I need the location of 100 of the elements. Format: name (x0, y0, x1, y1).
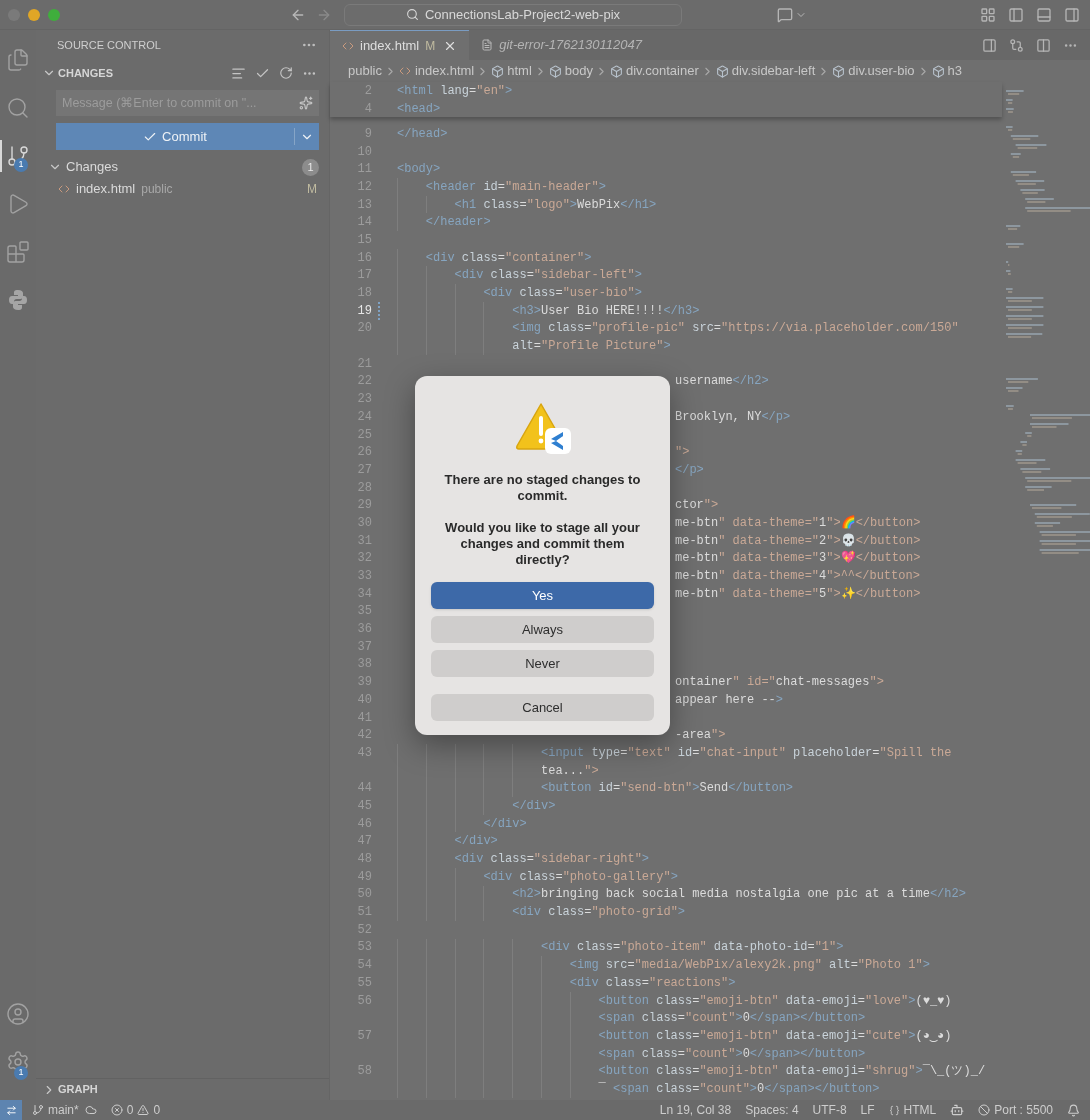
compare-changes-icon[interactable] (1009, 37, 1024, 53)
code-line: username</h2> (675, 373, 769, 391)
zoom-window-icon[interactable] (48, 8, 60, 21)
code-line: <div class="user-bio"> (483, 285, 642, 302)
python-icon[interactable] (6, 288, 30, 312)
status-item[interactable]: Spaces: 4 (745, 1101, 799, 1119)
count-badge: 1 (302, 158, 319, 176)
warning-icon (137, 1104, 150, 1116)
cube-icon (610, 64, 623, 78)
code-line: ¯ <span class="count">0</span></button> (598, 1080, 880, 1098)
code-line: <body> (397, 161, 441, 179)
panel-title: SOURCE CONTROL (57, 37, 161, 53)
sync-icon[interactable] (84, 1104, 97, 1116)
sparkle-icon[interactable] (299, 96, 313, 110)
panel-left-icon[interactable] (1008, 6, 1024, 23)
file-folder: public (141, 181, 173, 198)
tree-group-label[interactable]: Changes (66, 157, 119, 177)
code-line: "> (675, 444, 690, 462)
search-icon (405, 8, 419, 21)
active-indicator (0, 140, 2, 172)
open-preview-icon[interactable] (982, 37, 997, 53)
panel-bottom-icon[interactable] (1036, 6, 1052, 23)
error-icon (110, 1104, 123, 1116)
code-line: Brooklyn, NY</p> (675, 408, 791, 426)
branch-status[interactable]: main* (32, 1101, 79, 1119)
search-icon[interactable] (6, 96, 30, 120)
code-line: <img src="media/WebPix/alexy2k.png" alt="Photo 1"> (569, 957, 930, 975)
section-header[interactable]: CHANGES (58, 64, 113, 82)
code-line: <img class="profile-pic" src="https://via.placeholder.com/150" (512, 320, 959, 338)
branch-icon (32, 1104, 44, 1116)
breadcrumb[interactable]: public (348, 61, 382, 81)
code-line: appear here --> (675, 691, 784, 709)
code-line: me-btn" data-theme="5">✨</button> (675, 585, 921, 603)
extensions-icon[interactable] (6, 240, 30, 264)
status-item[interactable]: LF (860, 1101, 875, 1119)
dialog-message: Would you like to stage all your changes and commit them directly? (444, 520, 641, 568)
code-line: <header id="main-header"> (425, 178, 606, 196)
source-control-icon[interactable] (6, 144, 30, 168)
notification-badge: 1 (14, 158, 28, 172)
remote-button[interactable] (0, 1100, 22, 1120)
account-icon[interactable] (6, 1002, 30, 1026)
code-line: <div class="photo-grid"> (512, 904, 686, 922)
dialog-button[interactable]: Cancel (431, 694, 654, 721)
search-field[interactable]: ConnectionsLab-Project2-web-pix (344, 3, 682, 26)
code-line: </p> (675, 461, 704, 479)
code-line: <button id="send-btn">Send</button> (541, 780, 794, 798)
remote-icon (5, 1104, 17, 1116)
dialog-title: There are no staged changes to commit. (443, 472, 642, 504)
dialog-button[interactable]: Yes (431, 582, 654, 609)
code-line: </head> (397, 125, 448, 143)
code-line: <span class="count">0</span></button> (598, 1010, 866, 1028)
code-line: <div class="reactions"> (569, 974, 736, 992)
notification-badge: 1 (14, 1066, 28, 1080)
code-line: ontainer" id="chat-messages"> (675, 674, 884, 692)
code-line: <div class="container"> (425, 249, 592, 267)
breadcrumb[interactable]: h3 (947, 61, 962, 81)
status-item[interactable]: UTF-8 (812, 1101, 847, 1119)
code-line: </header> (425, 214, 491, 232)
code-line: me-btn" data-theme="1">🌈</button> (675, 514, 921, 532)
cube-icon (931, 64, 945, 78)
code-line: <h3>User Bio HERE!!!!</h3> (512, 302, 700, 320)
changed-file-row[interactable]: index.html public M (36, 178, 329, 200)
split-editor-icon[interactable] (1036, 37, 1051, 53)
layout-grid-icon[interactable] (980, 6, 996, 23)
view-as-list-icon[interactable] (231, 65, 246, 81)
file-name: index.html (76, 180, 136, 199)
cube-icon (491, 64, 505, 78)
cube-icon (832, 64, 846, 78)
code-line: <span class="count">0</span></button> (598, 1045, 866, 1063)
refresh-icon[interactable] (279, 66, 293, 80)
editor-tab[interactable]: git-error-1762130112047 (469, 30, 654, 60)
problems-status[interactable]: 0 0 (110, 1101, 161, 1119)
breadcrumb[interactable]: body (564, 61, 593, 81)
breadcrumb[interactable]: div.sidebar-left (731, 61, 816, 81)
breadcrumb[interactable]: html (507, 61, 532, 81)
breadcrumb[interactable]: div.user-bio (848, 61, 915, 81)
code-line: </div> (454, 833, 498, 851)
notifications-icon[interactable] (1067, 1103, 1080, 1117)
cube-icon (548, 64, 562, 78)
code-line: me-btn" data-theme="4">^^</button> (675, 568, 920, 585)
code-line: ctor"> (675, 497, 719, 515)
code-line: </div> (512, 797, 556, 815)
code-line: </div> (483, 815, 527, 833)
code-line: tea..."> (541, 762, 599, 780)
braces-icon (888, 1104, 900, 1116)
status-item[interactable]: Ln 19, Col 38 (659, 1101, 732, 1119)
section-header[interactable]: GRAPH (58, 1081, 98, 1098)
dialog-button[interactable]: Always (431, 616, 654, 643)
editor-tab[interactable]: index.html M (330, 30, 470, 60)
dialog-button[interactable]: Never (431, 650, 654, 677)
language-mode[interactable]: HTML (888, 1101, 937, 1119)
code-line: me-btn" data-theme="2">💀</button> (675, 532, 921, 550)
code-line: <html lang="en"> (397, 82, 513, 100)
files-icon[interactable] (6, 48, 30, 72)
minimize-window-icon[interactable] (28, 8, 40, 21)
panel-right-icon[interactable] (1064, 6, 1080, 23)
breadcrumb[interactable]: index.html (414, 61, 475, 81)
code-line: <h2>bringing back social media nostalgia one pic at a time</h2> (512, 886, 966, 904)
breadcrumb[interactable]: div.container (626, 61, 699, 81)
port-status[interactable]: Port : 5500 (978, 1101, 1053, 1119)
